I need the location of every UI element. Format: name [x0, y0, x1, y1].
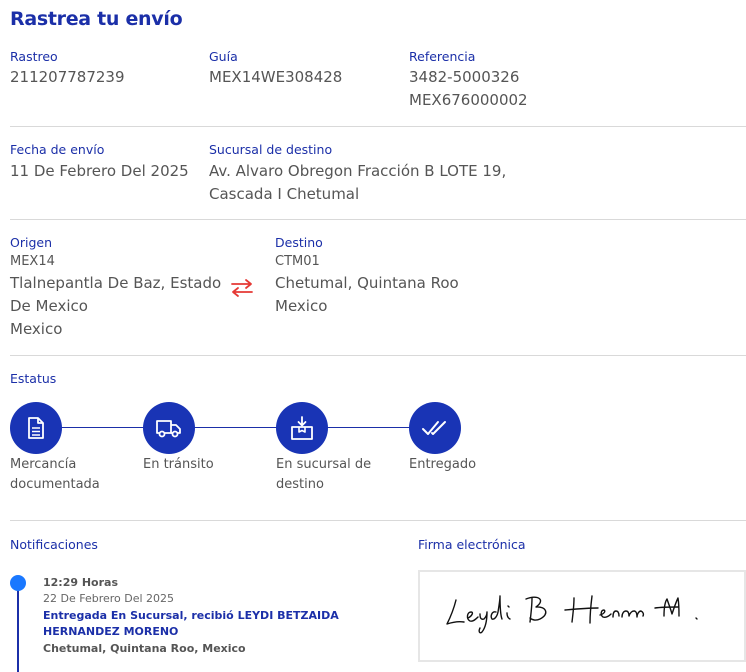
fecha-envio-label: Fecha de envío — [10, 142, 105, 157]
referencia-value-1: 3482-5000326 — [409, 68, 520, 86]
status-step-4 — [409, 402, 461, 454]
status-timeline-line — [36, 427, 436, 428]
rastreo-label: Rastreo — [10, 49, 58, 64]
origen-line-1: Tlalnepantla De Baz, Estado — [10, 274, 222, 292]
status-step-4-label: Entregado — [409, 457, 477, 472]
destino-line-1: Chetumal, Quintana Roo — [275, 274, 459, 292]
origen-code: MEX14 — [10, 254, 55, 269]
truck-icon — [155, 417, 183, 439]
destino-label: Destino — [275, 235, 323, 250]
notification-location: Chetumal, Quintana Roo, Mexico — [43, 642, 246, 655]
status-step-1 — [10, 402, 62, 454]
firma-label: Firma electrónica — [418, 537, 526, 552]
origen-line-3: Mexico — [10, 320, 63, 338]
sucursal-destino-line-2: Cascada I Chetumal — [209, 185, 360, 203]
origen-label: Origen — [10, 235, 52, 250]
double-check-icon — [421, 418, 449, 438]
referencia-label: Referencia — [409, 49, 476, 64]
sucursal-destino-label: Sucursal de destino — [209, 142, 333, 157]
estatus-label: Estatus — [10, 371, 57, 386]
notification-time: 12:29 Horas — [43, 576, 119, 589]
divider — [10, 355, 746, 356]
notification-message: Entregada En Sucursal, recibió LEYDI BET… — [43, 609, 339, 638]
divider — [10, 520, 746, 521]
guia-label: Guía — [209, 49, 238, 64]
signature-box — [418, 570, 746, 662]
notificaciones-label: Notificaciones — [10, 537, 98, 552]
rastreo-value: 211207787239 — [10, 68, 125, 86]
fecha-envio-value: 11 De Febrero Del 2025 — [10, 162, 189, 180]
divider — [10, 126, 746, 127]
destino-code: CTM01 — [275, 254, 320, 269]
status-step-2-label: En tránsito — [143, 457, 214, 472]
destino-line-2: Mexico — [275, 297, 328, 315]
package-icon — [289, 415, 315, 441]
notification-dot — [10, 575, 26, 591]
referencia-value-2: MEX676000002 — [409, 91, 528, 109]
sucursal-destino-line-1: Av. Alvaro Obregon Fracción B LOTE 19, — [209, 162, 507, 180]
guia-value: MEX14WE308428 — [209, 68, 343, 86]
origen-line-2: De Mexico — [10, 297, 88, 315]
document-icon — [26, 416, 46, 440]
status-step-3-label: En sucursal de destino — [276, 457, 372, 492]
page-title: Rastrea tu envío — [10, 8, 183, 30]
signature-image — [446, 595, 698, 634]
notification-date: 22 De Febrero Del 2025 — [43, 592, 175, 605]
divider — [10, 219, 746, 220]
status-step-1-label: Mercancía documentada — [10, 457, 100, 492]
status-step-3 — [276, 402, 328, 454]
status-step-2 — [143, 402, 195, 454]
notification-timeline-line — [17, 582, 19, 672]
swap-arrows-icon — [230, 278, 254, 298]
